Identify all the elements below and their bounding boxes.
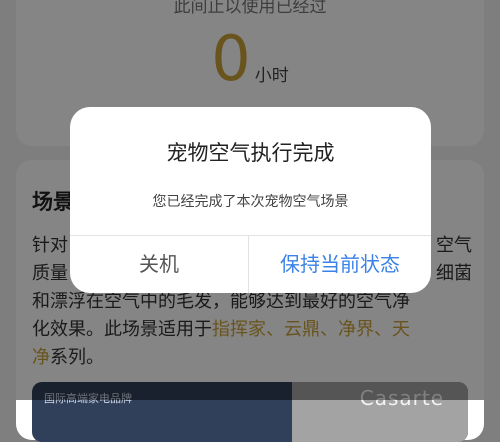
keep-state-button[interactable]: 保持当前状态 xyxy=(249,236,431,293)
dialog-title: 宠物空气执行完成 xyxy=(166,141,335,165)
completion-dialog: 宠物空气执行完成 您已经完成了本次宠物空气场景 关机 保持当前状态 xyxy=(70,107,431,293)
dialog-message: 您已经完成了本次宠物空气场景 xyxy=(152,194,349,210)
power-off-button[interactable]: 关机 xyxy=(70,236,248,293)
